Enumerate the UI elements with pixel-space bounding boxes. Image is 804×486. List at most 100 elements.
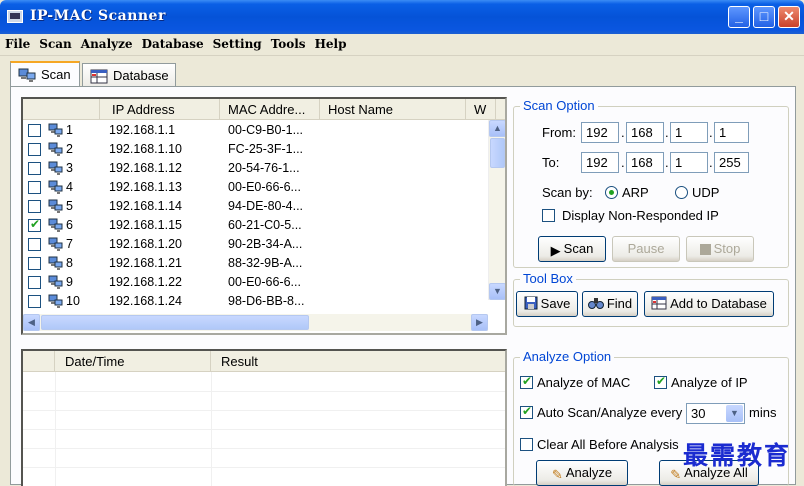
- col-w[interactable]: W: [466, 99, 496, 120]
- table-row[interactable]: 4 192.168.1.13 00-E0-66-6...: [23, 178, 488, 197]
- menu-database[interactable]: Database: [137, 34, 208, 51]
- ip-address-cell: 192.168.1.13: [109, 180, 182, 194]
- scan-results-grid[interactable]: IP Address MAC Addre... Host Name W 1 192…: [21, 97, 507, 335]
- ip-dot: .: [665, 125, 669, 140]
- col-number[interactable]: [23, 99, 100, 120]
- col-index[interactable]: [23, 351, 55, 372]
- analyze-of-ip-label[interactable]: Analyze of IP: [671, 375, 748, 390]
- col-date-time[interactable]: Date/Time: [55, 351, 211, 372]
- table-row[interactable]: 7 192.168.1.20 90-2B-34-A...: [23, 235, 488, 254]
- row-checkbox[interactable]: [28, 276, 41, 289]
- row-checkbox[interactable]: [28, 257, 41, 270]
- table-row[interactable]: 1 192.168.1.1 00-C9-B0-1...: [23, 121, 488, 140]
- scroll-up-button[interactable]: ▲: [489, 120, 505, 137]
- menu-setting[interactable]: Setting: [208, 34, 266, 51]
- menu-analyze[interactable]: Analyze: [76, 34, 137, 51]
- auto-scan-checkbox[interactable]: [520, 404, 533, 419]
- row-checkbox[interactable]: [28, 162, 41, 175]
- horizontal-scrollbar[interactable]: ◀ ▶: [23, 314, 488, 331]
- to-ip-octet-1[interactable]: 192: [581, 152, 619, 173]
- interval-select[interactable]: 30 ▼: [686, 403, 745, 424]
- table-row[interactable]: 3 192.168.1.12 20-54-76-1...: [23, 159, 488, 178]
- chevron-right-icon: ▶: [476, 317, 483, 327]
- clear-all-checkbox[interactable]: [520, 438, 533, 451]
- add-to-database-button[interactable]: Add to Database: [644, 291, 774, 317]
- find-button[interactable]: Find: [582, 291, 638, 317]
- chevron-down-icon[interactable]: ▼: [726, 405, 743, 422]
- to-ip-octet-4[interactable]: 255: [714, 152, 749, 173]
- to-ip-octet-3[interactable]: 1: [670, 152, 708, 173]
- analyze-button-label: Analyze: [565, 465, 613, 480]
- udp-label[interactable]: UDP: [692, 185, 719, 200]
- display-non-responded-label[interactable]: Display Non-Responded IP: [562, 208, 719, 223]
- analyze-button[interactable]: ✎ Analyze: [536, 460, 628, 486]
- from-ip-octet-3[interactable]: 1: [670, 122, 708, 143]
- scroll-left-button[interactable]: ◀: [23, 314, 40, 331]
- display-non-responded-checkbox[interactable]: [542, 209, 555, 222]
- col-mac-address[interactable]: MAC Addre...: [220, 99, 320, 120]
- from-ip-octet-1[interactable]: 192: [581, 122, 619, 143]
- tab-database[interactable]: Database: [82, 63, 176, 87]
- scroll-down-button[interactable]: ▼: [489, 283, 505, 300]
- arp-label[interactable]: ARP: [622, 185, 649, 200]
- scroll-right-button[interactable]: ▶: [471, 314, 488, 331]
- mac-address-cell: 20-54-76-1...: [228, 161, 300, 175]
- mac-address-cell: 60-21-C0-5...: [228, 218, 302, 232]
- mac-address-cell: 90-2B-34-A...: [228, 237, 303, 251]
- analyze-of-ip-checkbox[interactable]: [654, 374, 667, 389]
- col-ip-address[interactable]: IP Address: [100, 99, 220, 120]
- row-checkbox[interactable]: [28, 238, 41, 251]
- table-row[interactable]: 5 192.168.1.14 94-DE-80-4...: [23, 197, 488, 216]
- to-ip-octet-2[interactable]: 168: [626, 152, 664, 173]
- row-checkbox[interactable]: [28, 124, 41, 137]
- pause-button[interactable]: Pause: [612, 236, 680, 262]
- vertical-scrollbar[interactable]: ▲ ▼: [488, 120, 505, 300]
- maximize-button[interactable]: □: [753, 6, 775, 28]
- from-ip-octet-4[interactable]: 1: [714, 122, 749, 143]
- col-result[interactable]: Result: [211, 351, 505, 372]
- grid-divider: [23, 467, 505, 468]
- row-checkbox[interactable]: [28, 181, 41, 194]
- row-checkbox[interactable]: [28, 217, 41, 232]
- vertical-scroll-thumb[interactable]: [490, 138, 505, 168]
- col-host-name[interactable]: Host Name: [320, 99, 466, 120]
- mac-address-cell: 94-DE-80-4...: [228, 199, 304, 213]
- row-checkbox[interactable]: [28, 200, 41, 213]
- from-ip-octet-2[interactable]: 168: [626, 122, 664, 143]
- table-row[interactable]: 8 192.168.1.21 88-32-9B-A...: [23, 254, 488, 273]
- tab-database-label: Database: [113, 68, 169, 83]
- analyze-results-grid[interactable]: Date/Time Result: [21, 349, 507, 486]
- arp-radio[interactable]: [605, 186, 618, 199]
- horizontal-scroll-thumb[interactable]: [41, 315, 309, 330]
- clear-all-label[interactable]: Clear All Before Analysis: [537, 437, 679, 452]
- menu-scan[interactable]: Scan: [34, 34, 75, 51]
- table-row[interactable]: 9 192.168.1.22 00-E0-66-6...: [23, 273, 488, 292]
- udp-radio[interactable]: [675, 186, 688, 199]
- computer-icon: [48, 180, 63, 194]
- stop-icon: [699, 244, 711, 255]
- analyze-of-mac-checkbox[interactable]: [520, 374, 533, 389]
- ip-dot: .: [621, 155, 625, 170]
- row-checkbox[interactable]: [28, 143, 41, 156]
- row-checkbox[interactable]: [28, 295, 41, 308]
- table-row[interactable]: 6 192.168.1.15 60-21-C0-5...: [23, 216, 488, 235]
- save-button[interactable]: Save: [516, 291, 578, 317]
- menu-help[interactable]: Help: [310, 34, 351, 51]
- ip-dot: .: [709, 155, 713, 170]
- menu-tools[interactable]: Tools: [266, 34, 310, 51]
- analyze-of-mac-label[interactable]: Analyze of MAC: [537, 375, 630, 390]
- table-row[interactable]: 2 192.168.1.10 FC-25-3F-1...: [23, 140, 488, 159]
- minimize-button[interactable]: _: [728, 6, 750, 28]
- title-bar[interactable]: IP-MAC Scanner _ □ ✕: [0, 0, 804, 34]
- auto-scan-label[interactable]: Auto Scan/Analyze every: [537, 405, 682, 420]
- close-button[interactable]: ✕: [778, 6, 800, 28]
- tab-scan[interactable]: Scan: [10, 61, 80, 88]
- menu-file[interactable]: File: [0, 34, 34, 51]
- table-row[interactable]: 10 192.168.1.24 98-D6-BB-8...: [23, 292, 488, 311]
- save-button-label: Save: [540, 296, 571, 311]
- computer-icon: [48, 237, 63, 251]
- stop-button[interactable]: Stop: [686, 236, 754, 262]
- scan-button[interactable]: ▶ Scan: [538, 236, 606, 262]
- chevron-up-icon: ▲: [493, 123, 502, 133]
- computer-icon: [48, 142, 63, 156]
